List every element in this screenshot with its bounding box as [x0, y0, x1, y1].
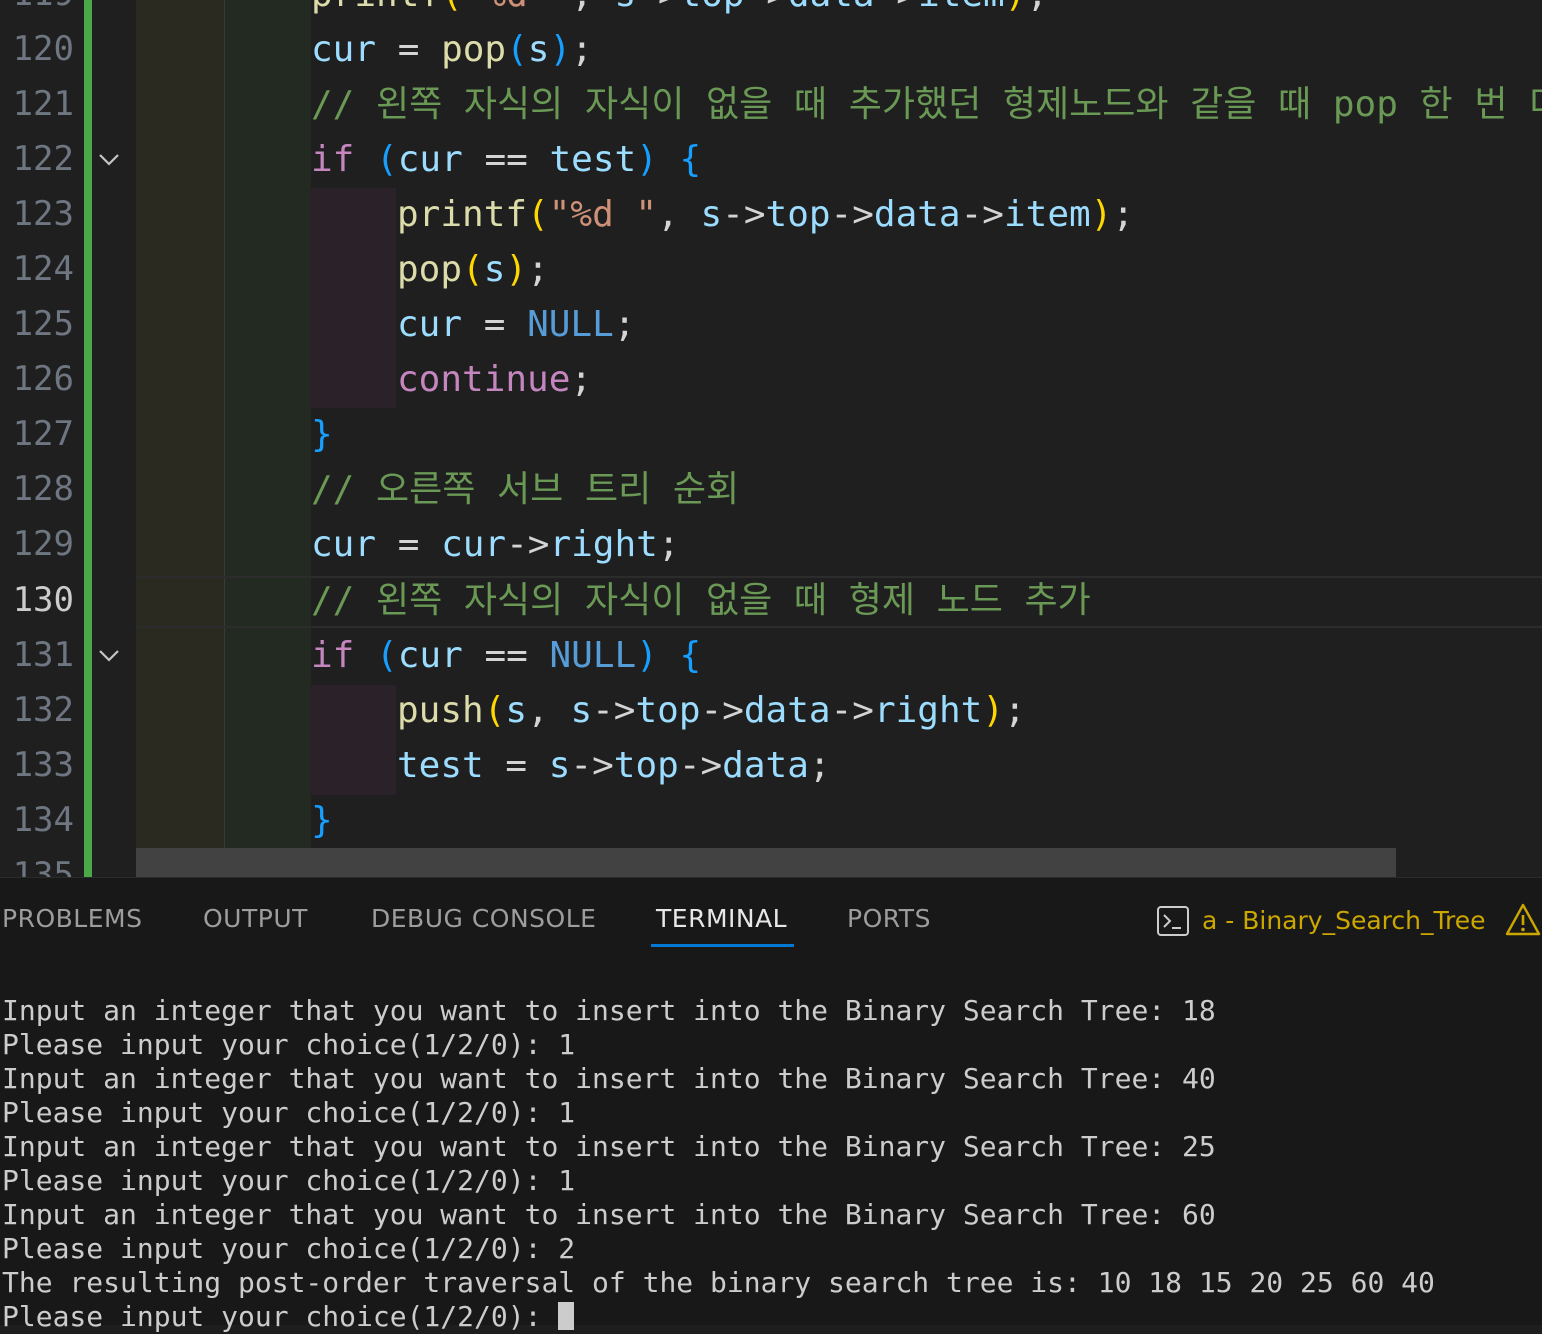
line-number: 120 [12, 29, 74, 69]
warning-icon[interactable] [1505, 902, 1541, 938]
tab-terminal[interactable]: TERMINAL [656, 904, 787, 933]
code-text: push(s, s->top->data->right); [397, 690, 1026, 731]
line-number: 121 [12, 84, 74, 124]
code-text: if (cur == NULL) { [311, 635, 702, 676]
line-number: 128 [12, 469, 74, 509]
active-tab-indicator [651, 944, 794, 947]
code-line: 121 // 왼쪽 자식의 자식이 없을 때 추가했던 형제노드와 같을 때 p… [0, 77, 1542, 132]
line-number: 124 [12, 249, 74, 289]
code-text: test = s->top->data; [397, 745, 831, 786]
code-line: 129 cur = cur->right; [0, 517, 1542, 572]
code-comment: // 왼쪽 자식의 자식이 없을 때 추가했던 형제노드와 같을 때 pop 한… [311, 84, 1542, 125]
panel-tabs: PROBLEMS OUTPUT DEBUG CONSOLE TERMINAL P… [0, 878, 1542, 958]
code-line: 133 test = s->top->data; [0, 738, 1542, 793]
terminal-line: Please input your choice(1/2/0): 1 [2, 1164, 576, 1197]
bottom-panel: PROBLEMS OUTPUT DEBUG CONSOLE TERMINAL P… [0, 877, 1542, 1333]
line-number: 134 [12, 800, 74, 840]
line-number: 126 [12, 359, 74, 399]
terminal-prompt-line[interactable]: Please input your choice(1/2/0): [2, 1300, 1435, 1334]
chevron-down-icon[interactable] [96, 644, 122, 666]
terminal-line: Input an integer that you want to insert… [2, 1062, 1216, 1095]
code-line: 125 cur = NULL; [0, 297, 1542, 352]
code-line: 128 // 오른쪽 서브 트리 순회 [0, 462, 1542, 517]
line-number: 131 [12, 635, 74, 675]
tab-ports[interactable]: PORTS [847, 904, 931, 933]
terminal-line: Input an integer that you want to insert… [2, 1130, 1216, 1163]
code-line-active: 130 // 왼쪽 자식의 자식이 없을 때 형제 노드 추가 [0, 573, 1542, 628]
code-text: } [311, 414, 333, 455]
line-number: 132 [12, 690, 74, 730]
code-comment: // 오른쪽 서브 트리 순회 [311, 469, 740, 510]
terminal-prompt: Please input your choice(1/2/0): [2, 1300, 559, 1333]
code-text: printf("%d ", s->top->data->item); [311, 0, 1048, 22]
line-number: 135 [12, 855, 74, 877]
terminal-output[interactable]: Input an integer that you want to insert… [2, 994, 1435, 1334]
chevron-down-icon[interactable] [96, 148, 122, 170]
line-number: 122 [12, 139, 74, 179]
code-text: continue; [397, 359, 593, 400]
line-number: 133 [12, 745, 74, 785]
code-text: if (cur == test) { [311, 139, 702, 180]
terminal-line: Please input your choice(1/2/0): 1 [2, 1028, 576, 1061]
code-text: cur = NULL; [397, 304, 636, 345]
code-line: 123 printf("%d ", s->top->data->item); [0, 187, 1542, 242]
code-text: cur = cur->right; [311, 524, 680, 565]
code-line: 132 push(s, s->top->data->right); [0, 683, 1542, 738]
line-number: 127 [12, 414, 74, 454]
terminal-line: Input an integer that you want to insert… [2, 1198, 1216, 1231]
code-text: cur = pop(s); [311, 29, 593, 70]
code-line: 131 if (cur == NULL) { [0, 628, 1542, 683]
line-number: 129 [12, 524, 74, 564]
code-text: } [311, 800, 333, 841]
code-text: pop(s); [397, 249, 549, 290]
code-line: 126 continue; [0, 352, 1542, 407]
code-editor[interactable]: 119 printf("%d ", s->top->data->item); 1… [0, 0, 1542, 877]
code-line: 120 cur = pop(s); [0, 22, 1542, 77]
terminal-line: Please input your choice(1/2/0): 1 [2, 1096, 576, 1129]
line-number: 125 [12, 304, 74, 344]
code-line: 127 } [0, 407, 1542, 462]
code-line: 122 if (cur == test) { [0, 132, 1542, 187]
tab-problems[interactable]: PROBLEMS [2, 904, 142, 933]
line-number: 119 [0, 0, 74, 22]
terminal-line: Input an integer that you want to insert… [2, 994, 1216, 1027]
code-line: 119 printf("%d ", s->top->data->item); [0, 0, 1542, 22]
code-comment: // 왼쪽 자식의 자식이 없을 때 형제 노드 추가 [311, 580, 1091, 621]
tab-output[interactable]: OUTPUT [203, 904, 308, 933]
line-number: 123 [12, 194, 74, 234]
horizontal-scrollbar[interactable] [136, 848, 1396, 877]
terminal-line: Please input your choice(1/2/0): 2 [2, 1232, 576, 1265]
code-text: printf("%d ", s->top->data->item); [397, 194, 1135, 235]
code-line: 124 pop(s); [0, 242, 1542, 297]
line-number-active: 130 [12, 580, 74, 620]
code-line: 134 } [0, 793, 1542, 848]
terminal-cursor [558, 1302, 575, 1330]
terminal-line: The resulting post-order traversal of th… [2, 1266, 1435, 1299]
tab-debug-console[interactable]: DEBUG CONSOLE [371, 904, 596, 933]
terminal-instance-name[interactable]: a - Binary_Search_Tree [1202, 906, 1486, 935]
terminal-icon[interactable] [1156, 904, 1190, 938]
